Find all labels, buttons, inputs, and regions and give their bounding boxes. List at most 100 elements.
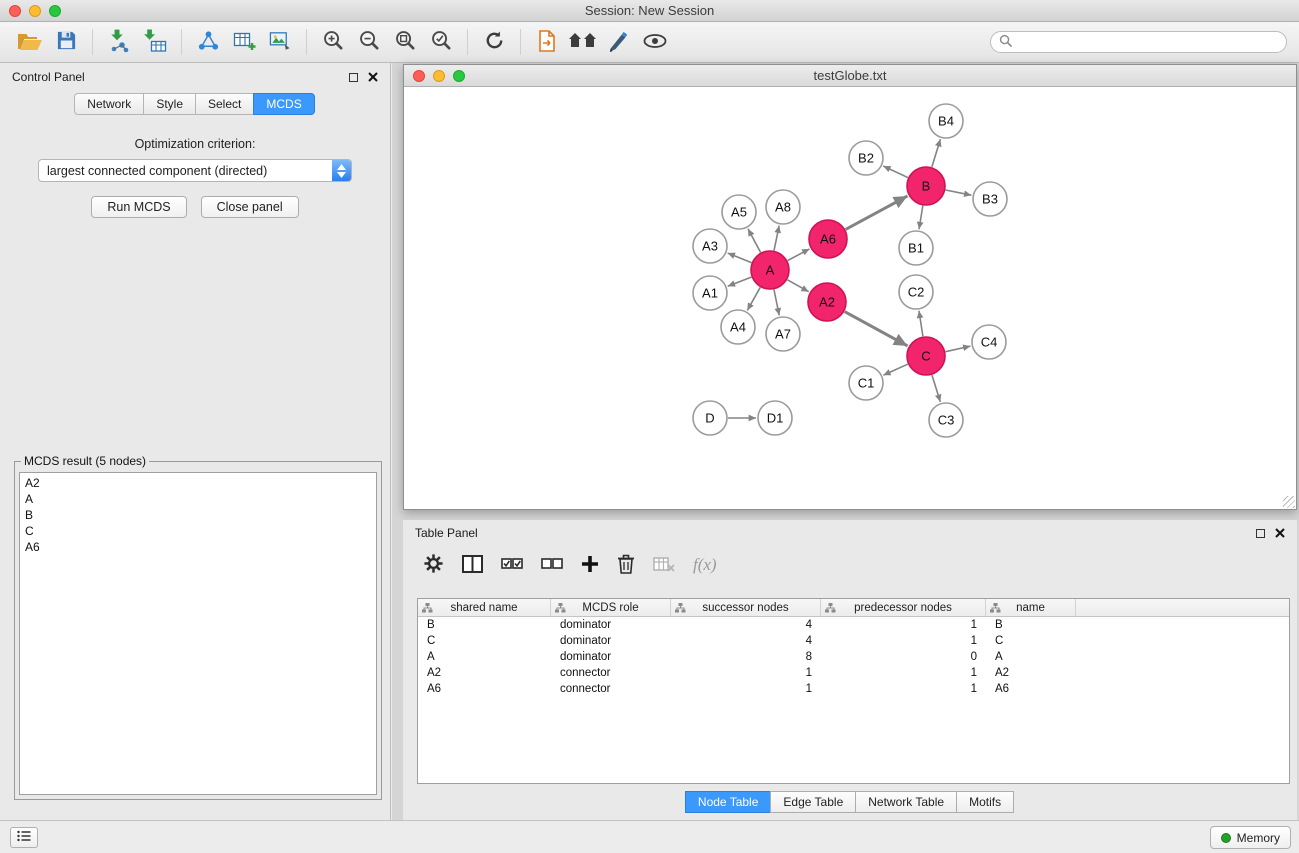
style-validation-button[interactable]	[601, 26, 637, 58]
graph-node-b2[interactable]: B2	[849, 141, 883, 175]
import-network-button[interactable]	[101, 26, 137, 58]
graph-edge-c-c3[interactable]	[932, 375, 940, 402]
table-row[interactable]: Adominator80A	[418, 649, 1289, 665]
graph-node-c[interactable]: C	[907, 337, 945, 375]
column-header-successor-nodes[interactable]: successor nodes	[671, 599, 821, 616]
graph-node-c2[interactable]: C2	[899, 275, 933, 309]
select-all-icon[interactable]	[501, 557, 523, 574]
function-builder-button[interactable]: f(x)	[693, 555, 717, 575]
graph-edge-b-b1[interactable]	[919, 206, 923, 229]
zoom-fit-button[interactable]	[387, 26, 423, 58]
zoom-out-button[interactable]	[351, 26, 387, 58]
maximize-window-button[interactable]	[49, 5, 61, 17]
close-window-button[interactable]	[9, 5, 21, 17]
graph-edge-a-a2[interactable]	[787, 280, 808, 292]
float-panel-icon[interactable]	[1256, 529, 1265, 538]
show-details-button[interactable]	[637, 26, 673, 58]
memory-button[interactable]: Memory	[1210, 826, 1291, 849]
save-session-button[interactable]	[48, 26, 84, 58]
graph-node-b3[interactable]: B3	[973, 182, 1007, 216]
column-header-name[interactable]: name	[986, 599, 1076, 616]
graph-node-c3[interactable]: C3	[929, 403, 963, 437]
tab-style[interactable]: Style	[143, 93, 196, 115]
column-header-mcds-role[interactable]: MCDS role	[551, 599, 671, 616]
table-row[interactable]: Bdominator41B	[418, 617, 1289, 633]
graph-edge-a-a4[interactable]	[747, 287, 760, 310]
new-network-button[interactable]	[190, 26, 226, 58]
graph-edge-a-a5[interactable]	[748, 229, 761, 253]
graph-node-a3[interactable]: A3	[693, 229, 727, 263]
graph-node-c1[interactable]: C1	[849, 366, 883, 400]
apply-layout-button[interactable]	[476, 26, 512, 58]
graph-edge-c-c4[interactable]	[946, 346, 971, 352]
task-history-button[interactable]	[10, 827, 38, 848]
graph-edge-c-c1[interactable]	[883, 364, 907, 375]
table-row[interactable]: A2connector11A2	[418, 665, 1289, 681]
tab-network[interactable]: Network	[74, 93, 144, 115]
graph-node-a5[interactable]: A5	[722, 195, 756, 229]
graph-edge-a-a1[interactable]	[728, 277, 752, 286]
graph-node-c4[interactable]: C4	[972, 325, 1006, 359]
graph-node-a2[interactable]: A2	[808, 283, 846, 321]
graph-node-a6[interactable]: A6	[809, 220, 847, 258]
open-session-button[interactable]	[12, 26, 48, 58]
tab-edge-table[interactable]: Edge Table	[770, 791, 856, 813]
gear-icon[interactable]	[423, 553, 444, 577]
column-header-shared-name[interactable]: shared name	[418, 599, 551, 616]
minimize-window-button[interactable]	[433, 70, 445, 82]
export-image-button[interactable]	[262, 26, 298, 58]
add-row-icon[interactable]	[581, 555, 599, 576]
graph-node-d1[interactable]: D1	[758, 401, 792, 435]
graph-node-b4[interactable]: B4	[929, 104, 963, 138]
mcds-result-list[interactable]: A2ABCA6	[19, 472, 377, 795]
delete-table-icon[interactable]	[653, 556, 675, 575]
search-input[interactable]	[1017, 35, 1278, 49]
optimization-criterion-dropdown[interactable]: largest connected component (directed)	[38, 159, 352, 182]
graph-node-b1[interactable]: B1	[899, 231, 933, 265]
graph-node-a[interactable]: A	[751, 251, 789, 289]
graph-edge-a-a6[interactable]	[788, 249, 810, 261]
graph-node-a4[interactable]: A4	[721, 310, 755, 344]
unselect-all-icon[interactable]	[541, 557, 563, 574]
graph-node-a7[interactable]: A7	[766, 317, 800, 351]
result-item[interactable]: B	[20, 507, 376, 523]
minimize-window-button[interactable]	[29, 5, 41, 17]
table-row[interactable]: A6connector11A6	[418, 681, 1289, 697]
result-item[interactable]: A	[20, 491, 376, 507]
tab-network-table[interactable]: Network Table	[855, 791, 957, 813]
graph-edge-c-c2[interactable]	[919, 311, 923, 336]
graph-edge-b-b2[interactable]	[883, 166, 908, 178]
window-resize-grip[interactable]	[1283, 496, 1295, 508]
float-panel-icon[interactable]	[349, 73, 358, 82]
close-panel-button[interactable]: Close panel	[201, 196, 299, 218]
graph-edge-a-a3[interactable]	[728, 253, 752, 263]
tab-node-table[interactable]: Node Table	[685, 791, 772, 813]
close-window-button[interactable]	[413, 70, 425, 82]
new-table-button[interactable]	[226, 26, 262, 58]
result-item[interactable]: C	[20, 523, 376, 539]
result-item[interactable]: A2	[20, 475, 376, 491]
zoom-selected-button[interactable]	[423, 26, 459, 58]
graph-edge-a2-c[interactable]	[845, 312, 908, 346]
zoom-in-button[interactable]	[315, 26, 351, 58]
graph-node-b[interactable]: B	[907, 167, 945, 205]
maximize-window-button[interactable]	[453, 70, 465, 82]
network-window-titlebar[interactable]: testGlobe.txt	[404, 65, 1296, 87]
graph-edge-a6-b[interactable]	[846, 196, 908, 229]
trash-icon[interactable]	[617, 554, 635, 577]
tab-mcds[interactable]: MCDS	[253, 93, 314, 115]
graph-node-d[interactable]: D	[693, 401, 727, 435]
open-recent-button[interactable]	[529, 26, 565, 58]
result-item[interactable]: A6	[20, 539, 376, 555]
close-panel-icon[interactable]	[1275, 528, 1285, 538]
split-column-icon[interactable]	[462, 555, 483, 576]
column-header-predecessor-nodes[interactable]: predecessor nodes	[821, 599, 986, 616]
import-table-button[interactable]	[137, 26, 173, 58]
tab-select[interactable]: Select	[195, 93, 254, 115]
graph-edge-a-a8[interactable]	[774, 226, 779, 251]
graph-edge-a-a7[interactable]	[774, 290, 779, 316]
graph-node-a8[interactable]: A8	[766, 190, 800, 224]
run-mcds-button[interactable]: Run MCDS	[91, 196, 186, 218]
graph-edge-b-b3[interactable]	[946, 190, 972, 195]
home-fit-button[interactable]	[565, 26, 601, 58]
